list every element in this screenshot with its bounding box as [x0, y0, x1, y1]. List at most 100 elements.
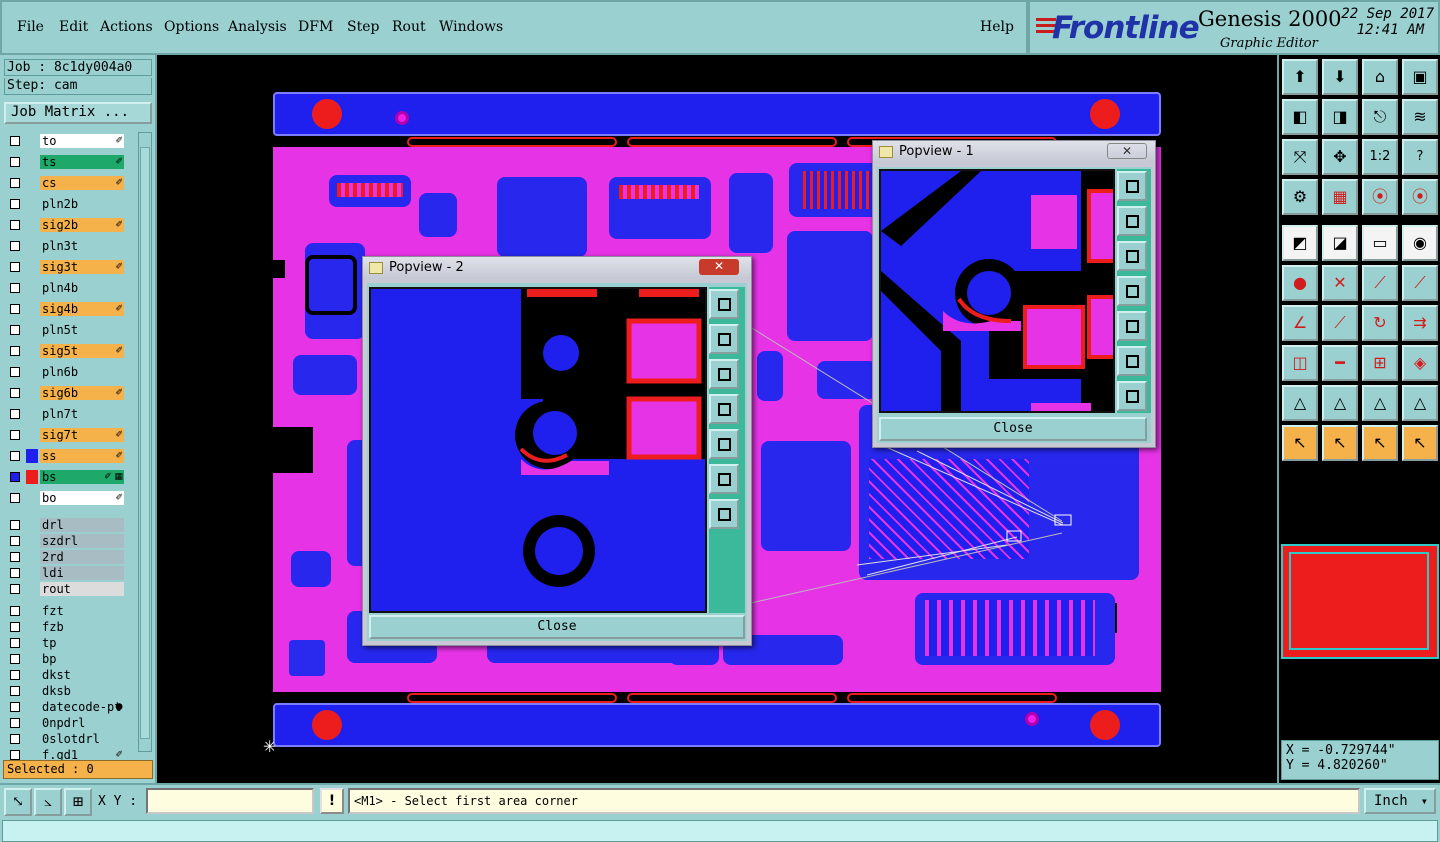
tool-button[interactable]: ⬇ [1322, 59, 1358, 95]
layer-name[interactable]: 0slotdrl [40, 732, 124, 746]
layer-checkbox[interactable] [10, 552, 20, 562]
layer-row[interactable]: ts ✐ [4, 155, 126, 169]
board-overview-map[interactable] [1281, 544, 1439, 659]
layer-checkbox[interactable] [10, 430, 20, 440]
scrollbar-thumb[interactable] [140, 147, 150, 739]
warning-button[interactable]: ! [320, 788, 344, 814]
zoom-out-icon[interactable] [1117, 381, 1147, 411]
grid-icon[interactable]: ⊞ [64, 788, 92, 816]
tool-button[interactable]: ⊞ [1362, 345, 1398, 381]
layer-name[interactable]: bo [40, 491, 124, 505]
layer-name[interactable]: sig5t [40, 344, 124, 358]
layer-name[interactable]: fzb [40, 620, 124, 634]
layer-row[interactable]: datecode-pt ● [4, 700, 126, 714]
layer-row[interactable]: pln2b [4, 197, 126, 211]
tool-button[interactable]: ◉ [1402, 225, 1438, 261]
layer-row[interactable]: sig6b ✐ [4, 386, 126, 400]
layer-checkbox[interactable] [10, 568, 20, 578]
popview-2-titlebar[interactable]: Popview - 2 [363, 257, 751, 279]
tool-button[interactable]: ↻ [1362, 305, 1398, 341]
layer-row[interactable]: ss ✐ [4, 449, 126, 463]
layer-name[interactable]: sig6b [40, 386, 124, 400]
layer-row[interactable]: pln7t [4, 407, 126, 421]
layer-row[interactable]: 0npdrl [4, 716, 126, 730]
tool-button[interactable]: ⦿ [1402, 179, 1438, 215]
tool-button[interactable]: ▭ [1362, 225, 1398, 261]
layer-name[interactable]: sig3t [40, 260, 124, 274]
tool-button[interactable]: ⦿ [1362, 179, 1398, 215]
layer-checkbox[interactable] [10, 686, 20, 696]
layer-checkbox[interactable] [10, 750, 20, 760]
layer-row[interactable]: sig7t ✐ [4, 428, 126, 442]
tool-button[interactable]: ◩ [1282, 225, 1318, 261]
layer-checkbox[interactable] [10, 283, 20, 293]
popview-2-zoom-view[interactable] [369, 287, 707, 613]
tool-button[interactable]: ⇉ [1402, 305, 1438, 341]
layer-name[interactable]: pln4b [40, 281, 124, 295]
menu-help[interactable]: Help [980, 19, 1014, 35]
zoom-in-icon[interactable] [709, 464, 739, 494]
layer-checkbox[interactable] [10, 654, 20, 664]
popview-1-close-x-button[interactable]: ✕ [1107, 143, 1147, 159]
popview-2-window[interactable]: Popview - 2 ✕ Close [362, 256, 752, 646]
tool-button[interactable]: ⚙ [1282, 179, 1318, 215]
tool-button[interactable]: ⤧ [1282, 139, 1318, 175]
layer-checkbox[interactable] [10, 520, 20, 530]
tool-button[interactable]: ✕ [1322, 265, 1358, 301]
zoom-fit-icon[interactable] [709, 289, 739, 319]
layer-row[interactable]: 0slotdrl [4, 732, 126, 746]
tool-button[interactable]: ∠ [1282, 305, 1318, 341]
layer-checkbox[interactable] [10, 409, 20, 419]
tool-button[interactable]: ↖ [1362, 425, 1398, 461]
tool-button[interactable]: ⟋ [1402, 265, 1438, 301]
pan-left-icon[interactable] [709, 394, 739, 424]
layer-checkbox[interactable] [10, 157, 20, 167]
layer-name[interactable]: pln6b [40, 365, 124, 379]
menu-step[interactable]: Step [347, 19, 379, 35]
layer-name[interactable]: to [40, 134, 124, 148]
layer-checkbox[interactable] [10, 304, 20, 314]
pan-right-icon[interactable] [709, 429, 739, 459]
pan-right-icon[interactable] [1117, 311, 1147, 341]
popview-1-zoom-view[interactable] [879, 169, 1115, 413]
menu-windows[interactable]: Windows [439, 19, 503, 35]
menu-actions[interactable]: Actions [100, 19, 153, 35]
layer-row[interactable]: pln4b [4, 281, 126, 295]
layer-row[interactable]: sig2b ✐ [4, 218, 126, 232]
layer-name[interactable]: tp [40, 636, 124, 650]
menu-options[interactable]: Options [164, 19, 219, 35]
layer-row[interactable]: pln5t [4, 323, 126, 337]
layer-row[interactable]: fzt [4, 604, 126, 618]
layer-checkbox[interactable] [10, 718, 20, 728]
layer-row[interactable]: sig5t ✐ [4, 344, 126, 358]
layer-row[interactable]: bo ✐ [4, 491, 126, 505]
tool-button[interactable]: ⟋ [1362, 265, 1398, 301]
layer-checkbox[interactable] [10, 536, 20, 546]
layer-name[interactable]: bp [40, 652, 124, 666]
tool-button[interactable]: △ [1282, 385, 1318, 421]
tool-button[interactable]: ↖ [1322, 425, 1358, 461]
layer-row[interactable]: tp [4, 636, 126, 650]
layer-checkbox[interactable] [10, 220, 20, 230]
layer-row[interactable]: fzb [4, 620, 126, 634]
tool-button[interactable]: ≋ [1402, 99, 1438, 135]
layer-checkbox[interactable] [10, 638, 20, 648]
tool-button[interactable]: ? [1402, 139, 1438, 175]
snap-icon[interactable]: ⤡ [4, 788, 32, 816]
pan-up-icon[interactable] [709, 324, 739, 354]
layer-checkbox[interactable] [10, 451, 20, 461]
layer-name[interactable]: pln7t [40, 407, 124, 421]
layer-name[interactable]: datecode-pt [40, 700, 124, 714]
pan-up-icon[interactable] [1117, 206, 1147, 236]
layer-checkbox[interactable] [10, 584, 20, 594]
layer-row[interactable]: dkst [4, 668, 126, 682]
layer-name[interactable]: 0npdrl [40, 716, 124, 730]
xy-input[interactable] [146, 788, 314, 814]
layer-name[interactable]: szdrl [40, 534, 124, 548]
pan-down-icon[interactable] [1117, 241, 1147, 271]
layer-name[interactable]: drl [40, 518, 124, 532]
layer-name[interactable]: 2rd [40, 550, 124, 564]
layer-row[interactable]: 2rd [4, 550, 126, 564]
layer-checkbox[interactable] [10, 325, 20, 335]
layer-row[interactable]: drl [4, 518, 126, 532]
